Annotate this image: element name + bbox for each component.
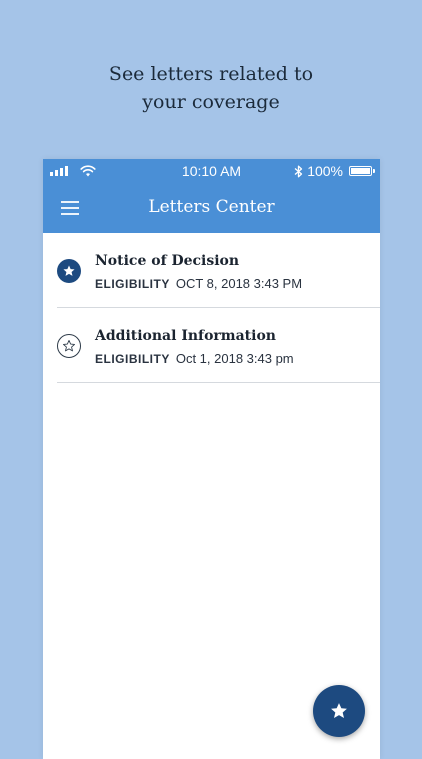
letter-category: ELIGIBILITY: [95, 352, 170, 366]
starred-filter-button[interactable]: [313, 685, 365, 737]
starred-icon[interactable]: [57, 259, 81, 283]
letter-meta: ELIGIBILITY Oct 1, 2018 3:43 pm: [95, 351, 294, 366]
promo-line-2: your coverage: [142, 91, 280, 113]
promo-caption: See letters related to your coverage: [0, 60, 422, 116]
letter-item-additional-information[interactable]: Additional Information ELIGIBILITY Oct 1,…: [57, 308, 380, 383]
letter-date: Oct 1, 2018 3:43 pm: [175, 351, 294, 366]
letter-meta: ELIGIBILITY OCT 8, 2018 3:43 PM: [95, 276, 302, 291]
letter-title: Additional Information: [95, 328, 276, 344]
promo-line-1: See letters related to: [108, 63, 314, 85]
letter-category: ELIGIBILITY: [95, 277, 170, 291]
status-right: 100%: [294, 163, 375, 179]
page-title: Letters Center: [148, 197, 275, 217]
status-bar: 10:10 AM 100%: [43, 159, 380, 183]
letter-item-notice-of-decision[interactable]: Notice of Decision ELIGIBILITY OCT 8, 201…: [57, 233, 380, 308]
unstarred-icon[interactable]: [57, 334, 81, 358]
letter-date: OCT 8, 2018 3:43 PM: [175, 276, 303, 291]
app-bar: Letters Center: [43, 183, 380, 233]
battery-icon: [349, 166, 375, 176]
bluetooth-icon: [294, 165, 303, 177]
letters-list: Notice of Decision ELIGIBILITY OCT 8, 201…: [43, 233, 380, 383]
battery-percent: 100%: [307, 163, 343, 179]
phone-screen: 10:10 AM 100% Letters Center Notice of D…: [43, 159, 380, 759]
letter-title: Notice of Decision: [95, 253, 240, 269]
star-icon: [331, 703, 347, 718]
